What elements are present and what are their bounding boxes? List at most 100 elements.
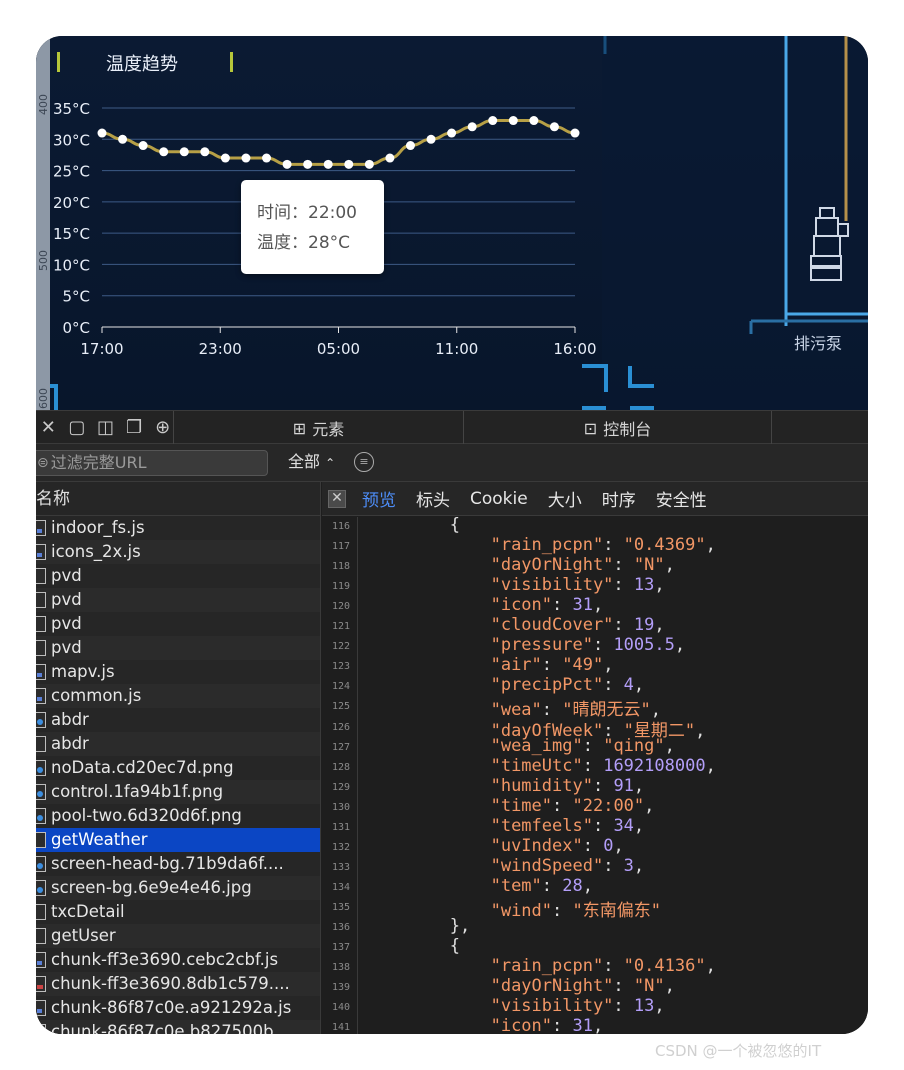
tab-security[interactable]: 安全性 xyxy=(656,486,707,511)
request-row[interactable]: getWeather xyxy=(36,828,320,852)
y-tick-label: 15°C xyxy=(53,225,90,243)
temperature-chart: 35°C 30°C 25°C 20°C 15°C 10°C 5°C 0°C 17:00 23:0… xyxy=(50,36,868,410)
request-row[interactable]: chunk-86f87c0e.b827500b... xyxy=(36,1020,320,1034)
y-tick-label: 30°C xyxy=(53,131,90,149)
data-point xyxy=(570,128,580,138)
request-row[interactable]: screen-head-bg.71b9da6f.... xyxy=(36,852,320,876)
panel-icon[interactable]: ▢ xyxy=(67,419,88,437)
tab-preview[interactable]: 预览 xyxy=(362,486,396,511)
request-row[interactable]: pvd xyxy=(36,588,320,612)
request-row[interactable]: pvd xyxy=(36,612,320,636)
request-name: getUser xyxy=(51,926,116,945)
request-row[interactable]: pvd xyxy=(36,564,320,588)
script-file-icon xyxy=(36,520,46,536)
request-row[interactable]: txcDetail xyxy=(36,900,320,924)
request-name: chunk-ff3e3690.cebc2cbf.js xyxy=(51,950,279,969)
line-number: 129 xyxy=(331,781,350,793)
line-number: 120 xyxy=(331,601,350,613)
data-point xyxy=(529,116,539,126)
y-tick-label: 20°C xyxy=(53,194,90,212)
document-file-icon xyxy=(36,640,46,656)
close-detail-icon[interactable]: ✕ xyxy=(328,489,346,508)
script-file-icon xyxy=(36,952,46,968)
code-line: }, xyxy=(449,916,471,936)
request-row[interactable]: control.1fa94b1f.png xyxy=(36,780,320,804)
url-filter-input[interactable]: ⊜ 过滤完整URL xyxy=(36,450,268,476)
detail-tabs: ✕ 预览 标头 Cookie 大小 时序 安全性 xyxy=(322,482,868,516)
network-filter-bar: ⊜ 过滤完整URL 全部 ⌃ ≡ xyxy=(36,444,868,482)
request-row[interactable]: screen-bg.6e9e4e46.jpg xyxy=(36,876,320,900)
request-name: chunk-ff3e3690.8db1c579.... xyxy=(51,974,290,993)
request-row[interactable]: common.js xyxy=(36,684,320,708)
request-row[interactable]: pool-two.6d320d6f.png xyxy=(36,804,320,828)
data-point xyxy=(241,153,251,163)
data-point xyxy=(426,134,436,144)
line-number: 137 xyxy=(331,942,350,954)
script-file-icon xyxy=(36,1000,46,1016)
request-row[interactable]: abdr xyxy=(36,708,320,732)
y-tick-label: 5°C xyxy=(62,288,90,306)
request-row[interactable]: getUser xyxy=(36,924,320,948)
script-file-icon xyxy=(36,688,46,704)
filter-options-icon[interactable]: ≡ xyxy=(354,452,374,472)
stylesheet-file-icon xyxy=(36,1024,46,1034)
data-point xyxy=(467,122,477,132)
request-name: pvd xyxy=(51,614,82,633)
x-tick-label: 05:00 xyxy=(317,340,360,358)
document-file-icon xyxy=(36,592,46,608)
toolbar-icon-group: ✕ ▢ ◫ ❐ ⊕ xyxy=(36,411,174,445)
request-name: mapv.js xyxy=(51,662,115,681)
line-number: 138 xyxy=(331,962,350,974)
tab-console[interactable]: ⊡ 控制台 xyxy=(464,411,772,445)
console-icon: ⊡ xyxy=(583,418,598,438)
x-tick-label: 11:00 xyxy=(435,340,478,358)
tab-timing[interactable]: 时序 xyxy=(602,486,636,511)
target-icon[interactable]: ⊕ xyxy=(152,419,173,437)
request-row[interactable]: icons_2x.js xyxy=(36,540,320,564)
code-line: "visibility": 13, xyxy=(490,996,665,1017)
type-filter-value: 全部 xyxy=(288,452,321,471)
data-point xyxy=(364,159,374,169)
file-list: indoor_fs.js icons_2x.js pvd pvd pvd pvd mapv.… xyxy=(36,516,320,1034)
dock-icon[interactable]: ◫ xyxy=(95,419,116,437)
request-name: noData.cd20ec7d.png xyxy=(51,758,234,777)
request-name: abdr xyxy=(51,710,89,729)
request-row[interactable]: mapv.js xyxy=(36,660,320,684)
line-number: 135 xyxy=(331,901,350,913)
request-list: 名称 indoor_fs.js icons_2x.js pvd pvd pvd pvd ma… xyxy=(36,482,321,1034)
request-name: abdr xyxy=(51,734,89,753)
image-file-icon xyxy=(36,880,46,896)
code-line: "dayOrNight": "N", xyxy=(490,555,675,576)
name-column-header[interactable]: 名称 xyxy=(36,482,320,516)
script-file-icon xyxy=(36,544,46,560)
request-row[interactable]: chunk-86f87c0e.a921292a.js xyxy=(36,996,320,1020)
copy-icon[interactable]: ❐ xyxy=(124,419,145,437)
line-number: 136 xyxy=(331,922,350,933)
x-tick-label: 16:00 xyxy=(553,340,596,358)
close-icon[interactable]: ✕ xyxy=(38,419,59,437)
line-number: 141 xyxy=(331,1022,350,1034)
document-file-icon xyxy=(36,568,46,584)
tab-size[interactable]: 大小 xyxy=(548,486,582,511)
code-line: "visibility": 13, xyxy=(490,575,665,596)
request-row[interactable]: noData.cd20ec7d.png xyxy=(36,756,320,780)
document-file-icon xyxy=(36,928,46,944)
line-number: 128 xyxy=(331,761,350,773)
data-point xyxy=(282,159,292,169)
request-row[interactable]: chunk-ff3e3690.8db1c579.... xyxy=(36,972,320,996)
dashboard-panel: 400 500 600 温度趋势 35°C 30°C 25°C 20°C 15°C 10°… xyxy=(36,36,868,410)
line-number: 121 xyxy=(331,621,350,633)
data-point xyxy=(344,159,354,169)
tab-headers[interactable]: 标头 xyxy=(416,486,450,511)
request-row[interactable]: indoor_fs.js xyxy=(36,516,320,540)
image-file-icon xyxy=(36,712,46,728)
code-line: "time": "22:00", xyxy=(490,795,655,816)
tab-cookie[interactable]: Cookie xyxy=(470,489,528,509)
chevron-updown-icon: ⌃ xyxy=(325,456,336,470)
tab-elements[interactable]: ⊞ 元素 xyxy=(174,411,464,445)
request-row[interactable]: chunk-ff3e3690.cebc2cbf.js xyxy=(36,948,320,972)
request-row[interactable]: abdr xyxy=(36,732,320,756)
type-filter-select[interactable]: 全部 ⌃ xyxy=(288,448,335,472)
request-row[interactable]: pvd xyxy=(36,636,320,660)
image-file-icon xyxy=(36,784,46,800)
